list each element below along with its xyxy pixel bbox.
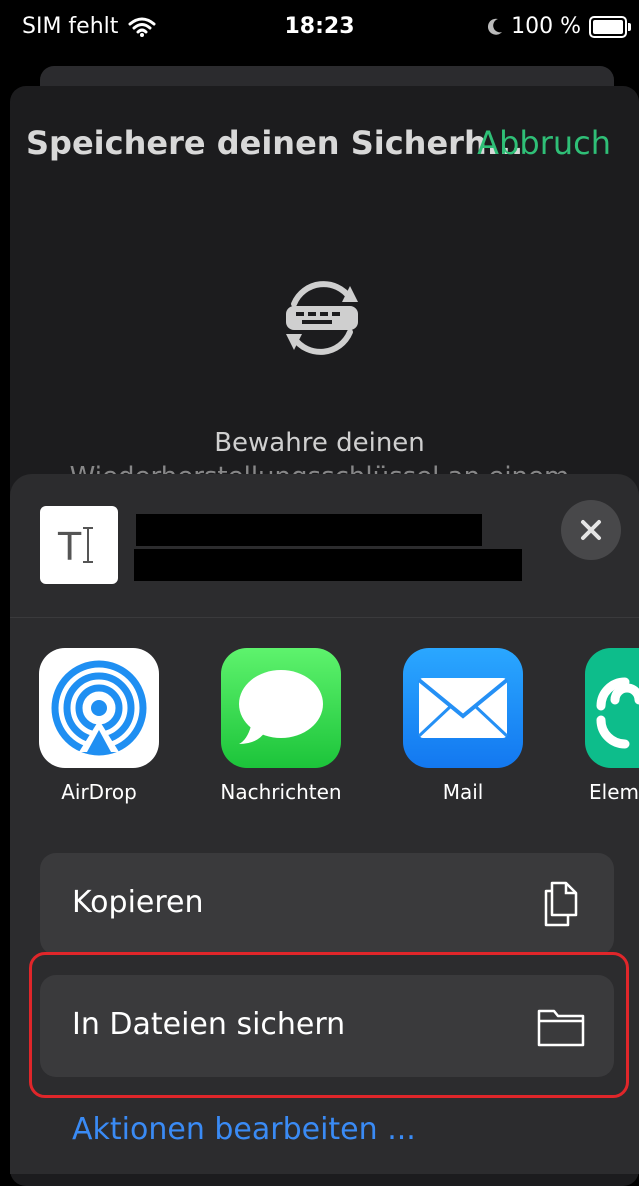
status-bar: SIM fehlt 18:23 100 % [0, 0, 639, 58]
background-body-line1: Bewahre deinen [214, 428, 425, 458]
battery-icon [589, 15, 631, 38]
copy-action[interactable]: Kopieren [40, 853, 614, 955]
battery-label: 100 % [511, 14, 581, 39]
mail-icon [417, 678, 509, 738]
messages-app[interactable] [221, 648, 341, 768]
mail-app[interactable] [403, 648, 523, 768]
airdrop-icon [51, 660, 147, 756]
edit-actions-link[interactable]: Aktionen bearbeiten ... [72, 1112, 416, 1147]
moon-icon [488, 18, 503, 35]
cancel-button[interactable]: Abbruch [477, 124, 611, 162]
copy-icon [544, 881, 578, 927]
svg-text:T: T [57, 525, 82, 568]
redacted-subtitle [134, 549, 522, 581]
messages-icon [239, 670, 323, 744]
airdrop-app[interactable] [39, 648, 159, 768]
copy-action-label: Kopieren [72, 885, 204, 920]
key-sync-icon [286, 281, 358, 355]
redacted-title [136, 514, 482, 546]
close-button[interactable] [561, 500, 621, 560]
element-icon [596, 677, 639, 749]
app-label-airdrop: AirDrop [61, 780, 137, 804]
app-label-mail: Mail [442, 780, 484, 804]
text-document-icon: T [40, 506, 118, 584]
app-label-element: Elem [589, 780, 639, 804]
element-app[interactable] [585, 648, 639, 768]
status-right: 100 % [487, 14, 631, 39]
close-icon [581, 520, 601, 540]
share-divider [10, 617, 639, 618]
highlight-box [29, 952, 629, 1098]
page-title: Speichere deinen Sicherh... [26, 124, 524, 162]
app-label-messages: Nachrichten [220, 780, 342, 804]
